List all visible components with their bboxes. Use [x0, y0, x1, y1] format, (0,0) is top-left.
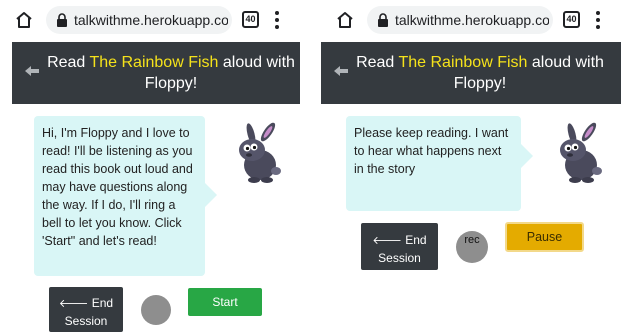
menu-icon[interactable] — [596, 11, 600, 29]
page-title: Read The Rainbow Fish aloud with Floppy! — [46, 52, 296, 94]
address-bar[interactable]: talkwithme.herokuapp.com/t — [367, 6, 553, 34]
book-title: The Rainbow Fish — [89, 54, 219, 71]
record-indicator[interactable] — [141, 295, 171, 325]
speech-bubble-tail — [205, 183, 217, 207]
page-title: Read The Rainbow Fish aloud with Floppy! — [355, 52, 605, 94]
start-button[interactable]: Start — [188, 288, 262, 316]
tabs-icon[interactable]: 40 — [242, 11, 259, 28]
left-arrow-icon: 🡐 — [58, 298, 89, 310]
title-prefix: Read — [356, 54, 399, 71]
home-icon[interactable] — [14, 10, 34, 30]
page-header: Read The Rainbow Fish aloud with Floppy! — [12, 42, 300, 104]
url-text: talkwithme.herokuapp.com/t — [74, 12, 228, 28]
speech-bubble: Please keep reading. I want to hear what… — [346, 116, 521, 211]
browser-toolbar: talkwithme.herokuapp.com/t 40 — [0, 0, 300, 42]
bubble-message: Please keep reading. I want to hear what… — [354, 126, 509, 176]
session-label: Session — [64, 314, 108, 328]
home-icon[interactable] — [335, 10, 355, 30]
left-arrow-icon: 🡐 — [372, 235, 402, 247]
bunny-icon — [239, 122, 281, 183]
book-title: The Rainbow Fish — [398, 54, 528, 71]
speech-bubble: Hi, I'm Floppy and I love to read! I'll … — [34, 116, 205, 276]
end-session-button[interactable]: 🡐 End Session — [361, 223, 438, 270]
title-prefix: Read — [47, 54, 90, 71]
browser-toolbar: talkwithme.herokuapp.com/t 40 — [321, 0, 621, 42]
lock-icon — [57, 13, 67, 27]
bunny-icon — [560, 122, 602, 183]
back-arrow-icon[interactable] — [24, 64, 40, 78]
rec-label: rec — [464, 234, 480, 246]
back-arrow-icon[interactable] — [333, 64, 349, 78]
tabs-icon[interactable]: 40 — [563, 11, 580, 28]
record-indicator[interactable]: rec — [456, 231, 488, 263]
speech-bubble-tail — [521, 144, 533, 168]
screen-right: talkwithme.herokuapp.com/t 40 Read The R… — [321, 0, 621, 335]
end-label: End — [91, 296, 114, 310]
menu-icon[interactable] — [275, 11, 279, 29]
url-text: talkwithme.herokuapp.com/t — [395, 12, 549, 28]
lock-icon — [378, 13, 388, 27]
screen-left: talkwithme.herokuapp.com/t 40 Read The R… — [0, 0, 300, 335]
session-label: Session — [378, 251, 421, 265]
end-session-button[interactable]: 🡐 End Session — [49, 287, 123, 332]
bubble-message: Hi, I'm Floppy and I love to read! I'll … — [42, 126, 193, 248]
pause-button[interactable]: Pause — [505, 222, 584, 252]
end-label: End — [405, 233, 427, 247]
page-header: Read The Rainbow Fish aloud with Floppy! — [321, 42, 621, 104]
address-bar[interactable]: talkwithme.herokuapp.com/t — [46, 6, 232, 34]
